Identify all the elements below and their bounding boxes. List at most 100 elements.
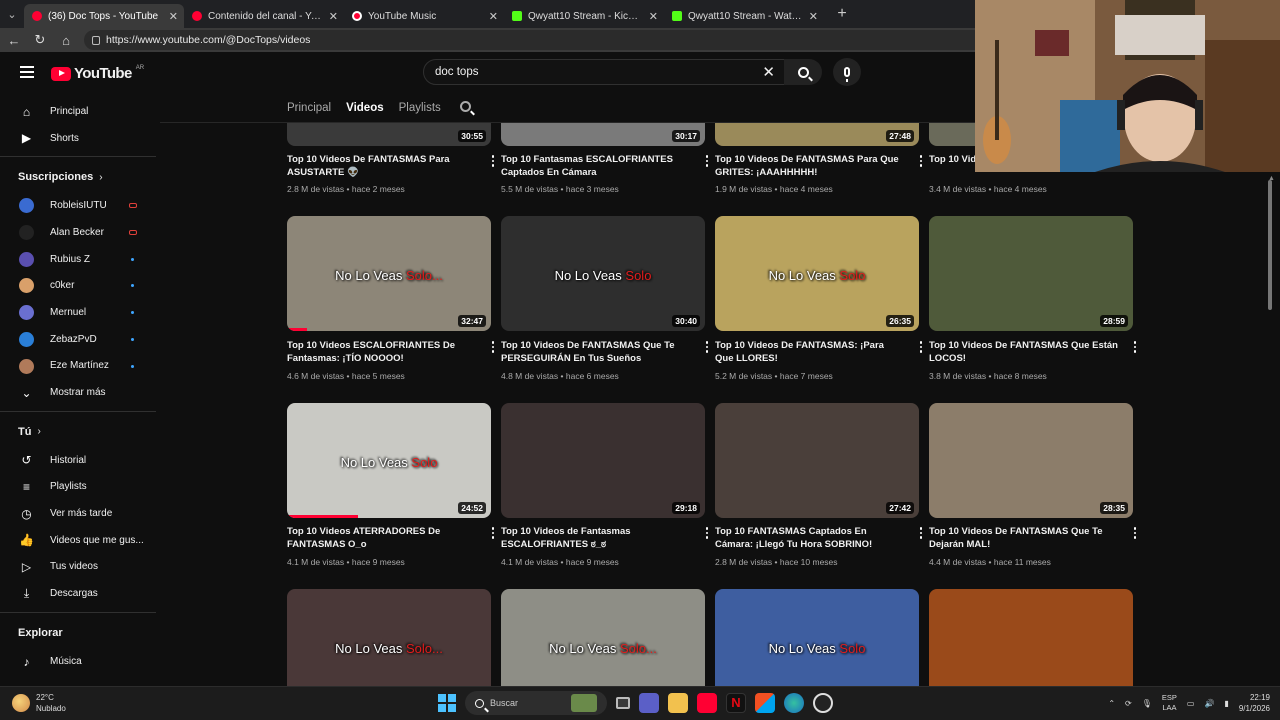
youtube-app-icon[interactable] [697,693,717,713]
file-explorer-icon[interactable] [668,693,688,713]
more-options-kebab-icon[interactable] [489,527,497,539]
subscription-item[interactable]: Eze Martínez [0,353,158,380]
video-title[interactable]: Top 10 Videos De FANTASMAS Que Te PERSEG… [501,339,691,365]
more-options-kebab-icon[interactable] [489,155,497,167]
scrollbar-thumb[interactable] [1268,180,1272,310]
tab-videos[interactable]: Videos [346,102,384,114]
new-tab-button[interactable]: + [832,5,852,23]
search-button[interactable] [784,59,822,85]
url-field[interactable]: https://www.youtube.com/@DocTops/videos [84,30,984,50]
taskbar-search[interactable]: Buscar [465,691,607,715]
menu-hamburger-icon[interactable] [20,66,34,78]
obs-icon[interactable] [813,693,833,713]
close-tab-icon[interactable]: ✕ [169,10,178,23]
you-heading[interactable]: Tú › [0,417,158,447]
close-tab-icon[interactable]: ✕ [329,10,338,23]
video-title[interactable]: Top 10 Videos De FANTASMAS Que Están LOC… [929,339,1119,365]
sidebar-item-m-sica[interactable]: ♪ Música [0,648,158,675]
browser-tab[interactable]: Qwyatt10 Stream - Watch Live on ✕ [664,4,824,28]
video-thumbnail[interactable]: 27:48 [715,123,919,146]
monitor-icon[interactable]: ▭ [1187,699,1195,708]
site-info-icon[interactable] [92,35,100,45]
subscription-item[interactable]: Alan Becker [0,219,158,246]
microphone-tray-icon[interactable]: 🎙 [1142,699,1152,708]
sidebar-item-videos-que-me-gus[interactable]: 👍 Videos que me gus... [0,527,158,554]
sidebar-item-historial[interactable]: ↺ Historial [0,447,158,474]
video-thumbnail[interactable]: No Lo Veas Solo [715,589,919,686]
video-title[interactable]: Top 10 Fantasmas ESCALOFRIANTES Captados… [501,153,691,179]
video-thumbnail[interactable]: 28:35 [929,403,1133,518]
video-title[interactable]: Top 10 Videos De FANTASMAS Para Que GRIT… [715,153,905,179]
video-thumbnail[interactable]: No Lo Veas Solo 30:40 [501,216,705,331]
video-thumbnail[interactable]: 27:42 [715,403,919,518]
weather-widget[interactable]: 22°C Nublado [12,692,66,714]
youtube-logo[interactable]: YouTube AR [51,65,144,82]
tray-chevron-up-icon[interactable]: ⌃ [1108,699,1115,708]
home-icon[interactable]: ⌂ [58,33,74,48]
sidebar-item-principal[interactable]: ⌂ Principal [0,98,158,125]
voice-search-button[interactable] [833,58,861,86]
video-thumbnail[interactable]: No Lo Veas Solo... [287,589,491,686]
video-thumbnail[interactable]: 29:18 [501,403,705,518]
more-options-kebab-icon[interactable] [703,527,711,539]
sidebar-item-tus-videos[interactable]: ▷ Tus videos [0,554,158,581]
more-options-kebab-icon[interactable] [703,155,711,167]
video-title[interactable]: Top 10 Videos de Fantasmas ESCALOFRIANTE… [501,525,691,551]
subscription-item[interactable]: c0ker [0,272,158,299]
close-tab-icon[interactable]: ✕ [649,10,658,23]
reload-icon[interactable]: ↻ [32,32,48,48]
video-title[interactable]: Top 10 Videos ESCALOFRIANTES De Fantasma… [287,339,477,365]
video-thumbnail[interactable]: No Lo Veas Solo 26:35 [715,216,919,331]
video-thumbnail[interactable]: No Lo Veas Solo... [501,589,705,686]
sidebar-item-shorts[interactable]: ▶ Shorts [0,125,158,152]
browser-tab[interactable]: Contenido del canal - YouTube St ✕ [184,4,344,28]
sidebar-item-playlists[interactable]: ≡ Playlists [0,474,158,501]
tab-principal[interactable]: Principal [287,102,331,114]
input-language[interactable]: ESP LAA [1162,693,1177,713]
more-options-kebab-icon[interactable] [703,341,711,353]
video-thumbnail[interactable]: 30:17 [501,123,705,146]
tab-playlists[interactable]: Playlists [399,102,441,114]
more-options-kebab-icon[interactable] [917,527,925,539]
clock[interactable]: 22:19 9/1/2026 [1239,692,1270,714]
more-options-kebab-icon[interactable] [917,155,925,167]
video-thumbnail[interactable]: No Lo Veas Solo... 32:47 [287,216,491,331]
subscription-item[interactable]: Mernuel [0,299,158,326]
subscriptions-heading[interactable]: Suscripciones › [0,162,158,192]
windows-start-icon[interactable] [438,694,456,712]
subscription-item[interactable]: RobleisIUTU [0,192,158,219]
sync-icon[interactable]: ⟳ [1125,699,1132,708]
channel-search-button[interactable] [459,101,474,115]
browser-tab[interactable]: YouTube Music ✕ [344,4,504,28]
page-scrollbar[interactable] [1266,178,1274,668]
more-options-kebab-icon[interactable] [489,341,497,353]
video-thumbnail[interactable] [929,589,1133,686]
search-input[interactable]: doc tops ✕ [423,59,788,85]
video-thumbnail[interactable]: No Lo Veas Solo 24:52 [287,403,491,518]
edge-browser-icon[interactable] [784,693,804,713]
more-options-kebab-icon[interactable] [1131,527,1137,539]
clear-search-icon[interactable]: ✕ [762,63,775,81]
tab-list-chevron-icon[interactable]: ⌄ [0,0,24,28]
microsoft-store-icon[interactable] [755,693,775,713]
close-tab-icon[interactable]: ✕ [809,10,818,23]
subscription-item[interactable]: ZebazPvD [0,326,158,353]
subscription-item[interactable]: Rubius Z [0,246,158,273]
more-options-kebab-icon[interactable] [917,341,925,353]
teams-icon[interactable] [639,693,659,713]
video-title[interactable]: Top 10 Videos De FANTASMAS: ¡Para Que LL… [715,339,905,365]
video-title[interactable]: Top 10 Videos De FANTASMAS Que Te Dejará… [929,525,1119,551]
sidebar-item-ver-m-s-tarde[interactable]: ◷ Ver más tarde [0,500,158,527]
video-title[interactable]: Top 10 Videos ATERRADORES De FANTASMAS O… [287,525,477,551]
volume-icon[interactable]: 🔊 [1204,699,1214,708]
close-tab-icon[interactable]: ✕ [489,10,498,23]
sidebar-item-descargas[interactable]: ⤓ Descargas [0,580,158,607]
netflix-icon[interactable]: N [726,693,746,713]
show-more-button[interactable]: ⌄ Mostrar más [0,379,158,406]
battery-icon[interactable]: ▮ [1224,699,1228,708]
video-title[interactable]: Top 10 FANTASMAS Captados En Cámara: ¡Ll… [715,525,905,551]
video-thumbnail[interactable]: 30:55 [287,123,491,146]
browser-tab[interactable]: (36) Doc Tops - YouTube ✕ [24,4,184,28]
browser-tab[interactable]: Qwyatt10 Stream - Kick Dashboar ✕ [504,4,664,28]
back-arrow-icon[interactable]: ← [6,33,22,48]
